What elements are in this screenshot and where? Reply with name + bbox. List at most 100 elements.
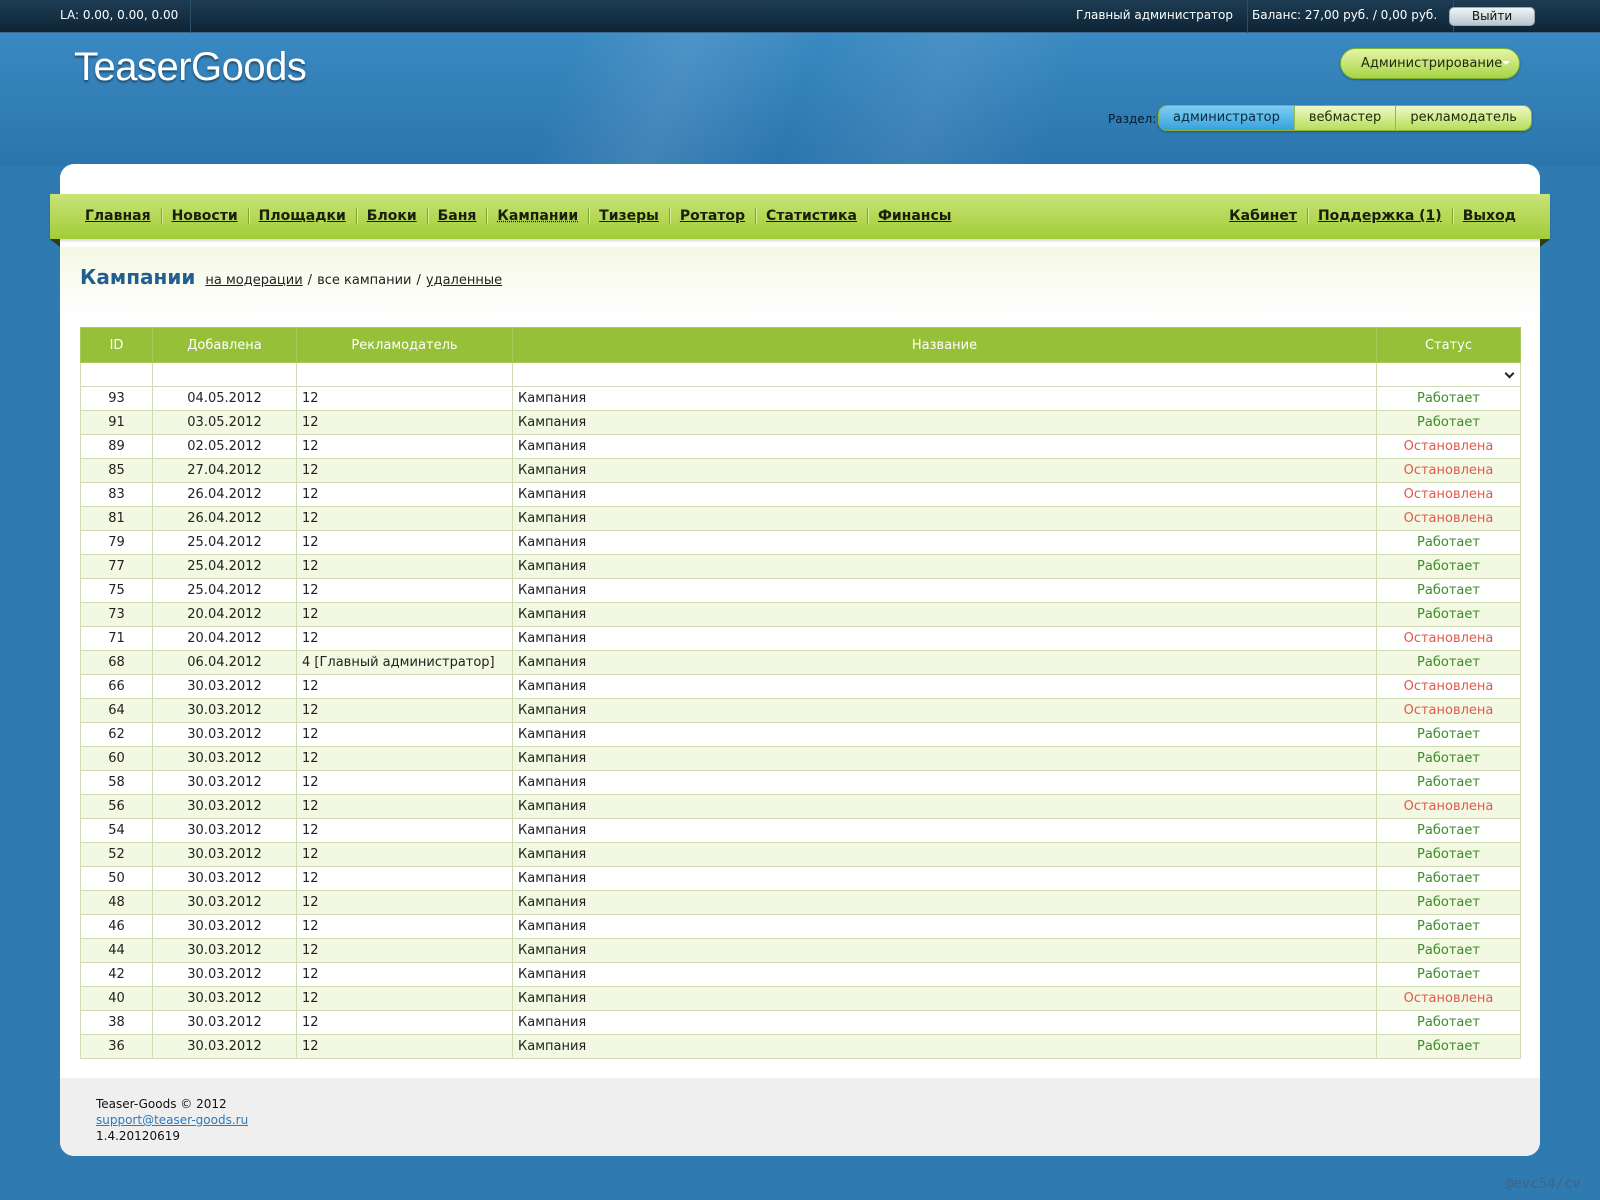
table-row[interactable]: 66 30.03.2012 12 Кампания Остановлена [80, 674, 1521, 699]
table-row[interactable]: 81 26.04.2012 12 Кампания Остановлена [80, 506, 1521, 531]
page-header: Кампании на модерации / все кампании / у… [80, 265, 502, 289]
table-row[interactable]: 89 02.05.2012 12 Кампания Остановлена [80, 434, 1521, 459]
table-row[interactable]: 54 30.03.2012 12 Кампания Работает [80, 818, 1521, 843]
nav-exit[interactable]: Выход [1463, 207, 1516, 225]
cell-date: 30.03.2012 [152, 818, 297, 843]
table-row[interactable]: 56 30.03.2012 12 Кампания Остановлена [80, 794, 1521, 819]
col-name[interactable]: Название [512, 327, 1377, 363]
cell-id: 73 [80, 602, 153, 627]
nav-sites[interactable]: Площадки [259, 207, 346, 225]
nav-teasers[interactable]: Тизеры [599, 207, 659, 225]
watermark: @evc54/cv [1505, 1176, 1581, 1192]
table-row[interactable]: 42 30.03.2012 12 Кампания Работает [80, 962, 1521, 987]
table-row[interactable]: 85 27.04.2012 12 Кампания Остановлена [80, 458, 1521, 483]
table-row[interactable]: 79 25.04.2012 12 Кампания Работает [80, 530, 1521, 555]
cell-advertiser: 12 [296, 458, 513, 483]
cell-date: 20.04.2012 [152, 626, 297, 651]
table-row[interactable]: 77 25.04.2012 12 Кампания Работает [80, 554, 1521, 579]
table-row[interactable]: 71 20.04.2012 12 Кампания Остановлена [80, 626, 1521, 651]
table-row[interactable]: 83 26.04.2012 12 Кампания Остановлена [80, 482, 1521, 507]
table-row[interactable]: 40 30.03.2012 12 Кампания Остановлена [80, 986, 1521, 1011]
table-row[interactable]: 46 30.03.2012 12 Кампания Работает [80, 914, 1521, 939]
cell-name: Кампания [512, 890, 1377, 915]
cell-advertiser: 12 [296, 962, 513, 987]
cell-date: 25.04.2012 [152, 554, 297, 579]
logo[interactable]: TeaserGoods [74, 45, 307, 90]
cell-status: Работает [1376, 578, 1521, 603]
cell-name: Кампания [512, 1034, 1377, 1059]
nav-separator [426, 208, 428, 224]
admin-menu-button[interactable]: Администрирование [1340, 48, 1520, 79]
cell-id: 68 [80, 650, 153, 675]
nav-home[interactable]: Главная [85, 207, 151, 225]
cell-name: Кампания [512, 698, 1377, 723]
filter-status-select[interactable] [1376, 362, 1521, 387]
table-row[interactable]: 68 06.04.2012 4 [Главный администратор] Кам… [80, 650, 1521, 675]
filter-date-input[interactable] [152, 362, 297, 387]
nav-right: Кабинет Поддержка (1) Выход [1229, 207, 1516, 225]
table-row[interactable]: 36 30.03.2012 12 Кампания Работает [80, 1034, 1521, 1059]
cell-advertiser: 12 [296, 602, 513, 627]
filter-advertiser-input[interactable] [296, 362, 513, 387]
table-row[interactable]: 44 30.03.2012 12 Кампания Работает [80, 938, 1521, 963]
table-row[interactable]: 52 30.03.2012 12 Кампания Работает [80, 842, 1521, 867]
cell-advertiser: 12 [296, 506, 513, 531]
nav-separator [486, 208, 488, 224]
cell-date: 30.03.2012 [152, 914, 297, 939]
nav-banya[interactable]: Баня [438, 207, 477, 225]
section-advertiser[interactable]: рекламодатель [1395, 106, 1531, 130]
nav-finance[interactable]: Финансы [878, 207, 951, 225]
cell-date: 25.04.2012 [152, 530, 297, 555]
nav-separator [355, 208, 357, 224]
header: TeaserGoods Администрирование Раздел: ад… [0, 33, 1600, 166]
filter-deleted-link[interactable]: удаленные [426, 273, 502, 288]
nav-rotator[interactable]: Ротатор [680, 207, 745, 225]
table-row[interactable]: 58 30.03.2012 12 Кампания Работает [80, 770, 1521, 795]
nav-news[interactable]: Новости [172, 207, 238, 225]
table-row[interactable]: 93 04.05.2012 12 Кампания Работает [80, 386, 1521, 411]
table-row[interactable]: 62 30.03.2012 12 Кампания Работает [80, 722, 1521, 747]
cell-id: 58 [80, 770, 153, 795]
section-admin[interactable]: администратор [1159, 106, 1294, 130]
support-email-link[interactable]: support@teaser-goods.ru [96, 1112, 248, 1128]
cell-name: Кампания [512, 938, 1377, 963]
nav-support[interactable]: Поддержка (1) [1318, 207, 1442, 225]
cell-id: 83 [80, 482, 153, 507]
table-row[interactable]: 60 30.03.2012 12 Кампания Работает [80, 746, 1521, 771]
table-row[interactable]: 64 30.03.2012 12 Кампания Остановлена [80, 698, 1521, 723]
logout-button[interactable]: Выйти [1449, 7, 1535, 26]
cell-date: 06.04.2012 [152, 650, 297, 675]
nav-statistics[interactable]: Статистика [766, 207, 857, 225]
table-row[interactable]: 75 25.04.2012 12 Кампания Работает [80, 578, 1521, 603]
cell-advertiser: 12 [296, 1034, 513, 1059]
col-id[interactable]: ID [80, 327, 153, 363]
table-row[interactable]: 38 30.03.2012 12 Кампания Работает [80, 1010, 1521, 1035]
cell-date: 03.05.2012 [152, 410, 297, 435]
section-webmaster[interactable]: вебмастер [1293, 106, 1396, 130]
col-advertiser[interactable]: Рекламодатель [296, 327, 513, 363]
table-row[interactable]: 48 30.03.2012 12 Кампания Работает [80, 890, 1521, 915]
copyright: Teaser-Goods © 2012 [96, 1097, 227, 1111]
cell-date: 30.03.2012 [152, 962, 297, 987]
cell-advertiser: 12 [296, 890, 513, 915]
cell-name: Кампания [512, 650, 1377, 675]
cell-status: Работает [1376, 818, 1521, 843]
table-row[interactable]: 50 30.03.2012 12 Кампания Работает [80, 866, 1521, 891]
section-label: Раздел: [1108, 112, 1157, 126]
cell-name: Кампания [512, 386, 1377, 411]
cell-date: 30.03.2012 [152, 938, 297, 963]
table-row[interactable]: 73 20.04.2012 12 Кампания Работает [80, 602, 1521, 627]
col-status[interactable]: Статус [1376, 327, 1521, 363]
cell-id: 52 [80, 842, 153, 867]
table-row[interactable]: 91 03.05.2012 12 Кампания Работает [80, 410, 1521, 435]
cell-name: Кампания [512, 962, 1377, 987]
filter-name-input[interactable] [512, 362, 1377, 387]
nav-fold-left [50, 239, 60, 247]
col-added[interactable]: Добавлена [152, 327, 297, 363]
nav-separator [668, 208, 670, 224]
nav-campaigns[interactable]: Кампании [497, 207, 578, 225]
nav-cabinet[interactable]: Кабинет [1229, 207, 1297, 225]
filter-id-input[interactable] [80, 362, 153, 387]
nav-blocks[interactable]: Блоки [367, 207, 417, 225]
filter-moderation-link[interactable]: на модерации [205, 273, 302, 288]
